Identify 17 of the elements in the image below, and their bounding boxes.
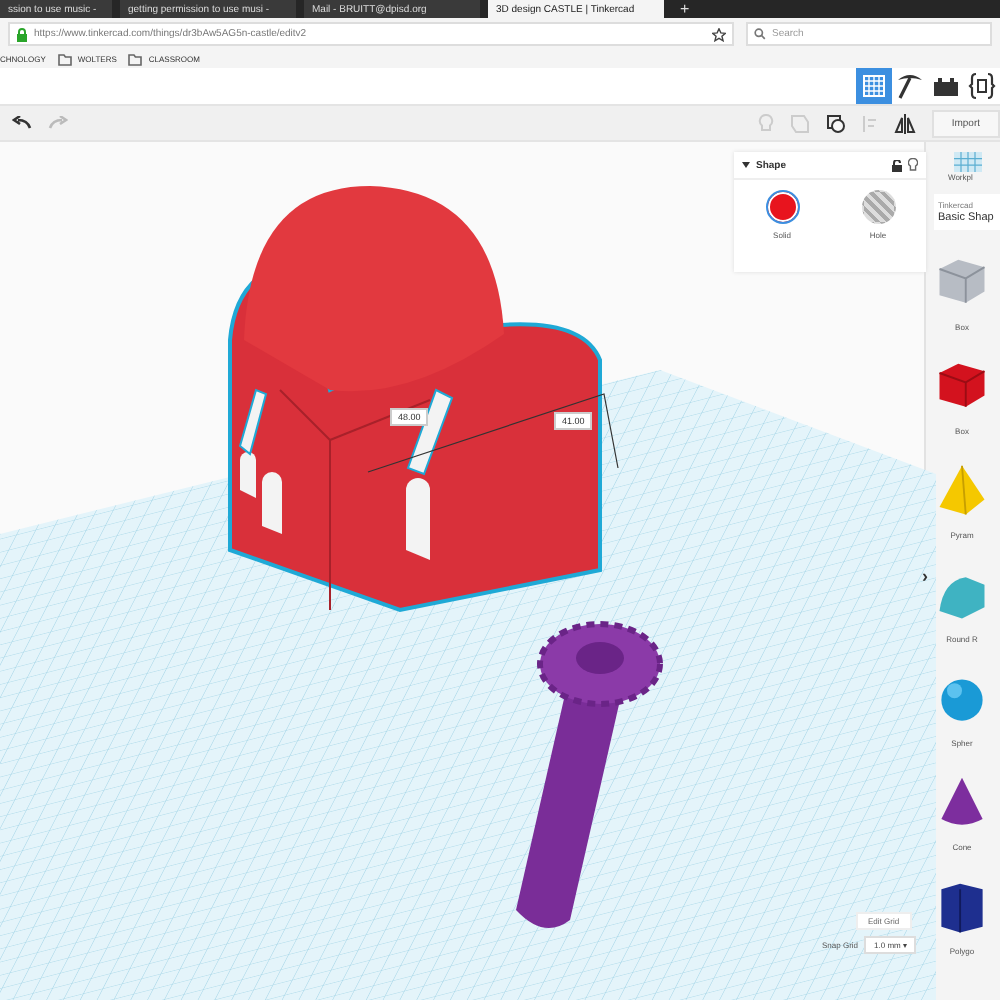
code-icon (966, 70, 998, 102)
bookmark-star-icon[interactable] (712, 27, 726, 41)
lock-icon (16, 27, 28, 41)
search-icon (754, 28, 766, 40)
panel-toggle[interactable]: › (922, 566, 928, 586)
pickaxe-icon (894, 70, 926, 102)
new-tab-button[interactable]: + (672, 0, 698, 18)
lock-icon[interactable] (892, 159, 902, 171)
solid-color-swatch[interactable] (765, 190, 799, 224)
code-view-button[interactable] (964, 68, 1000, 104)
grid-icon (858, 70, 890, 102)
undo-icon[interactable] (12, 116, 32, 130)
collapse-caret-icon[interactable] (742, 162, 750, 168)
hole-color-swatch[interactable] (861, 190, 895, 224)
light-bulb-icon[interactable] (908, 158, 918, 172)
group-icon[interactable] (825, 113, 846, 133)
mirror-icon[interactable] (893, 113, 916, 133)
